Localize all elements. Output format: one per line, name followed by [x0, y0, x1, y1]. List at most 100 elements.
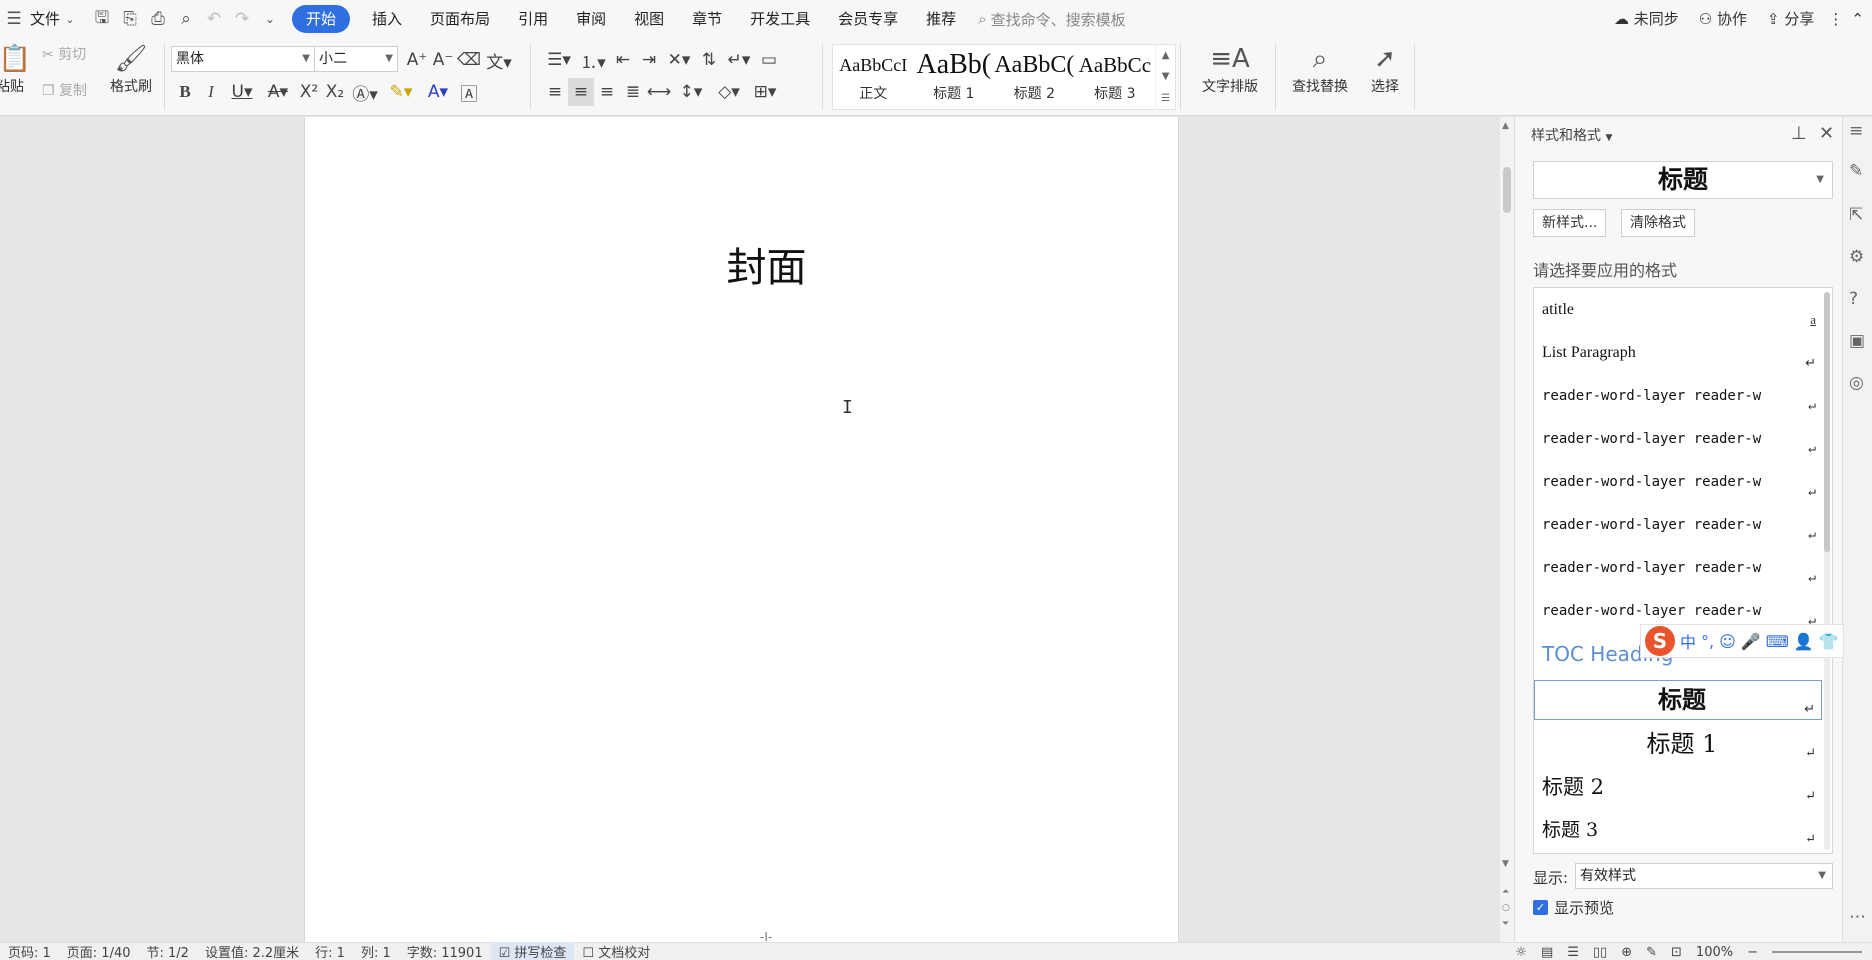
copy-button[interactable]: ❐ 复制 [42, 80, 87, 100]
line-spacing-icon[interactable]: ↕▾ [672, 78, 710, 106]
tab-home[interactable]: 开始 [292, 5, 351, 33]
outline-view-icon[interactable]: ☰ [1567, 945, 1579, 960]
document-area[interactable]: 封面 I -I- [0, 117, 1500, 960]
style-item-heading-3[interactable]: 标题 3 ↵ [1534, 810, 1822, 850]
bullet-list-icon[interactable]: ☰▾ [542, 46, 576, 74]
location-icon[interactable]: ◎ [1849, 373, 1864, 393]
style-gallery-item[interactable]: AaBb( 标题 1 [914, 45, 995, 109]
pin-icon[interactable]: ⊥ [1791, 123, 1807, 144]
chinese-layout-icon[interactable]: ✕▾ [662, 46, 696, 74]
document-scrollbar[interactable]: ▲ ▼ ⏶ ○ ⏷ [1500, 117, 1514, 942]
pen-icon[interactable]: ✎ [1646, 945, 1657, 960]
style-item-heading-1[interactable]: 标题 1 ↵ [1534, 724, 1822, 764]
redo-icon[interactable]: ↷ [228, 5, 256, 33]
tab-developer[interactable]: 开发工具 [736, 0, 824, 38]
microphone-icon[interactable]: 🎤 [1741, 632, 1761, 651]
find-replace-button[interactable]: ⌕ 查找替换 [1284, 42, 1356, 96]
cut-button[interactable]: ✂ 剪切 [42, 44, 86, 64]
align-center-icon[interactable]: ≡ [568, 78, 594, 106]
text-layout-button[interactable]: ≡A 文字排版 [1190, 42, 1270, 96]
style-item-reader-word-layer[interactable]: reader-word-layer reader-w ↵ [1534, 464, 1822, 504]
select-button[interactable]: ➚ 选择 [1364, 42, 1406, 96]
checkbox-checked-icon[interactable]: ✓ [1533, 900, 1548, 915]
cover-title[interactable]: 封面 [305, 235, 1178, 293]
menu-icon[interactable]: ≡ [1849, 121, 1863, 141]
status-page-number[interactable]: 页码: 1 [0, 942, 59, 960]
tab-references[interactable]: 引用 [504, 0, 562, 38]
file-menu[interactable]: 文件 [28, 0, 62, 38]
clear-format-button[interactable]: 清除格式 [1621, 209, 1695, 237]
clear-formatting-icon[interactable]: ⌫ [456, 46, 482, 74]
web-view-icon[interactable]: ⊕ [1621, 945, 1632, 960]
status-line[interactable]: 行: 1 [307, 942, 353, 960]
font-size-select[interactable]: 小二 ▼ [314, 46, 398, 72]
tab-page-layout[interactable]: 页面布局 [416, 0, 504, 38]
select-pointer-icon[interactable]: ⇱ [1849, 205, 1863, 225]
tab-insert[interactable]: 插入 [358, 0, 416, 38]
command-search[interactable]: ⌕ 查找命令、搜索模板 [978, 9, 1125, 30]
keyboard-icon[interactable]: ⌨ [1766, 632, 1789, 651]
text-effects-icon[interactable]: Ⓐ▾ [348, 78, 382, 106]
italic-icon[interactable]: I [198, 78, 224, 106]
paste-button[interactable]: 📋 粘贴 [0, 42, 31, 96]
zoom-level[interactable]: 100% [1696, 945, 1733, 960]
print-preview-icon[interactable]: ⌕ [172, 5, 200, 33]
more-dots-icon[interactable]: ⋯ [1849, 907, 1866, 927]
style-item-title[interactable]: 标题 ↵ [1534, 680, 1822, 720]
decrease-indent-icon[interactable]: ⇤ [610, 46, 636, 74]
current-style-select[interactable]: 标题 ▼ [1533, 161, 1833, 199]
zoom-fit-icon[interactable]: ⊡ [1671, 945, 1682, 960]
prev-page-icon[interactable]: ⏶ [1502, 887, 1509, 897]
ruler-icon[interactable]: ▭ [756, 46, 782, 74]
proofread-button[interactable]: ☐ 文档校对 [574, 942, 658, 960]
style-item-reader-word-layer[interactable]: reader-word-layer reader-w ↵ [1534, 550, 1822, 590]
scroll-down-icon[interactable]: ▼ [1502, 859, 1509, 869]
undo-icon[interactable]: ↶ [200, 5, 228, 33]
page-view-icon[interactable]: ▤ [1541, 945, 1553, 960]
properties-icon[interactable]: ⚙ [1849, 247, 1864, 267]
phonetic-guide-icon[interactable]: 文▾ [482, 46, 516, 74]
style-item-atitle[interactable]: atitle a [1534, 292, 1822, 332]
style-gallery-item[interactable]: AaBbCcI 正文 [833, 45, 914, 109]
zoom-slider[interactable] [1772, 951, 1862, 953]
punctuation-icon[interactable]: °, [1701, 632, 1714, 651]
emoji-icon[interactable]: ☺ [1719, 632, 1736, 651]
scrollbar-thumb[interactable] [1503, 167, 1511, 213]
align-right-icon[interactable]: ≡ [594, 78, 620, 106]
scroll-up-icon[interactable]: ▲ [1502, 121, 1509, 131]
next-page-icon[interactable]: ⏷ [1502, 919, 1509, 929]
browse-object-icon[interactable]: ○ [1502, 903, 1510, 913]
print-icon[interactable]: ⎙ [144, 5, 172, 33]
show-filter-select[interactable]: 有效样式 ▼ [1575, 863, 1833, 889]
help-icon[interactable]: ? [1849, 289, 1858, 309]
sort-icon[interactable]: ⇅ [696, 46, 722, 74]
sync-status-button[interactable]: ☁ 未同步 [1604, 0, 1689, 38]
justify-icon[interactable]: ≣ [620, 78, 646, 106]
hamburger-menu-icon[interactable]: ☰ [0, 5, 28, 33]
export-pdf-icon[interactable]: ⎘ [116, 5, 144, 33]
shrink-font-icon[interactable]: A⁻ [430, 46, 456, 74]
character-border-icon[interactable]: 🄰 [456, 78, 482, 106]
close-icon[interactable]: ✕ [1819, 123, 1834, 144]
zoom-out-icon[interactable]: − [1747, 945, 1758, 960]
tab-view[interactable]: 视图 [620, 0, 678, 38]
ime-mode-indicator[interactable]: 中 [1680, 629, 1696, 653]
distributed-icon[interactable]: ⟷ [646, 78, 672, 106]
style-list-scrollbar[interactable] [1824, 292, 1830, 850]
subscript-icon[interactable]: X₂ [322, 78, 348, 106]
highlight-icon[interactable]: ✎▾ [382, 78, 420, 106]
chevron-down-icon[interactable]: ▼ [1162, 71, 1170, 82]
collaborate-button[interactable]: ⚇ 协作 [1689, 0, 1757, 38]
style-gallery-item[interactable]: AaBbC( 标题 2 [994, 45, 1075, 109]
save-icon[interactable]: 🖫 [88, 5, 116, 33]
font-name-select[interactable]: 黑体 ▼ [171, 46, 315, 72]
more-options-icon[interactable]: ⋮ [1824, 0, 1847, 38]
status-setting[interactable]: 设置值: 2.2厘米 [197, 942, 307, 960]
image-icon[interactable]: ▣ [1849, 331, 1865, 351]
style-gallery-item[interactable]: AaBbCc 标题 3 [1075, 45, 1156, 109]
tab-review[interactable]: 审阅 [562, 0, 620, 38]
style-item-heading-2[interactable]: 标题 2 ↵ [1534, 767, 1822, 807]
chevron-down-icon[interactable]: ⌄ [62, 5, 78, 33]
spell-check-button[interactable]: ☑ 拼写检查 [490, 942, 575, 960]
borders-icon[interactable]: ⊞▾ [748, 78, 782, 106]
